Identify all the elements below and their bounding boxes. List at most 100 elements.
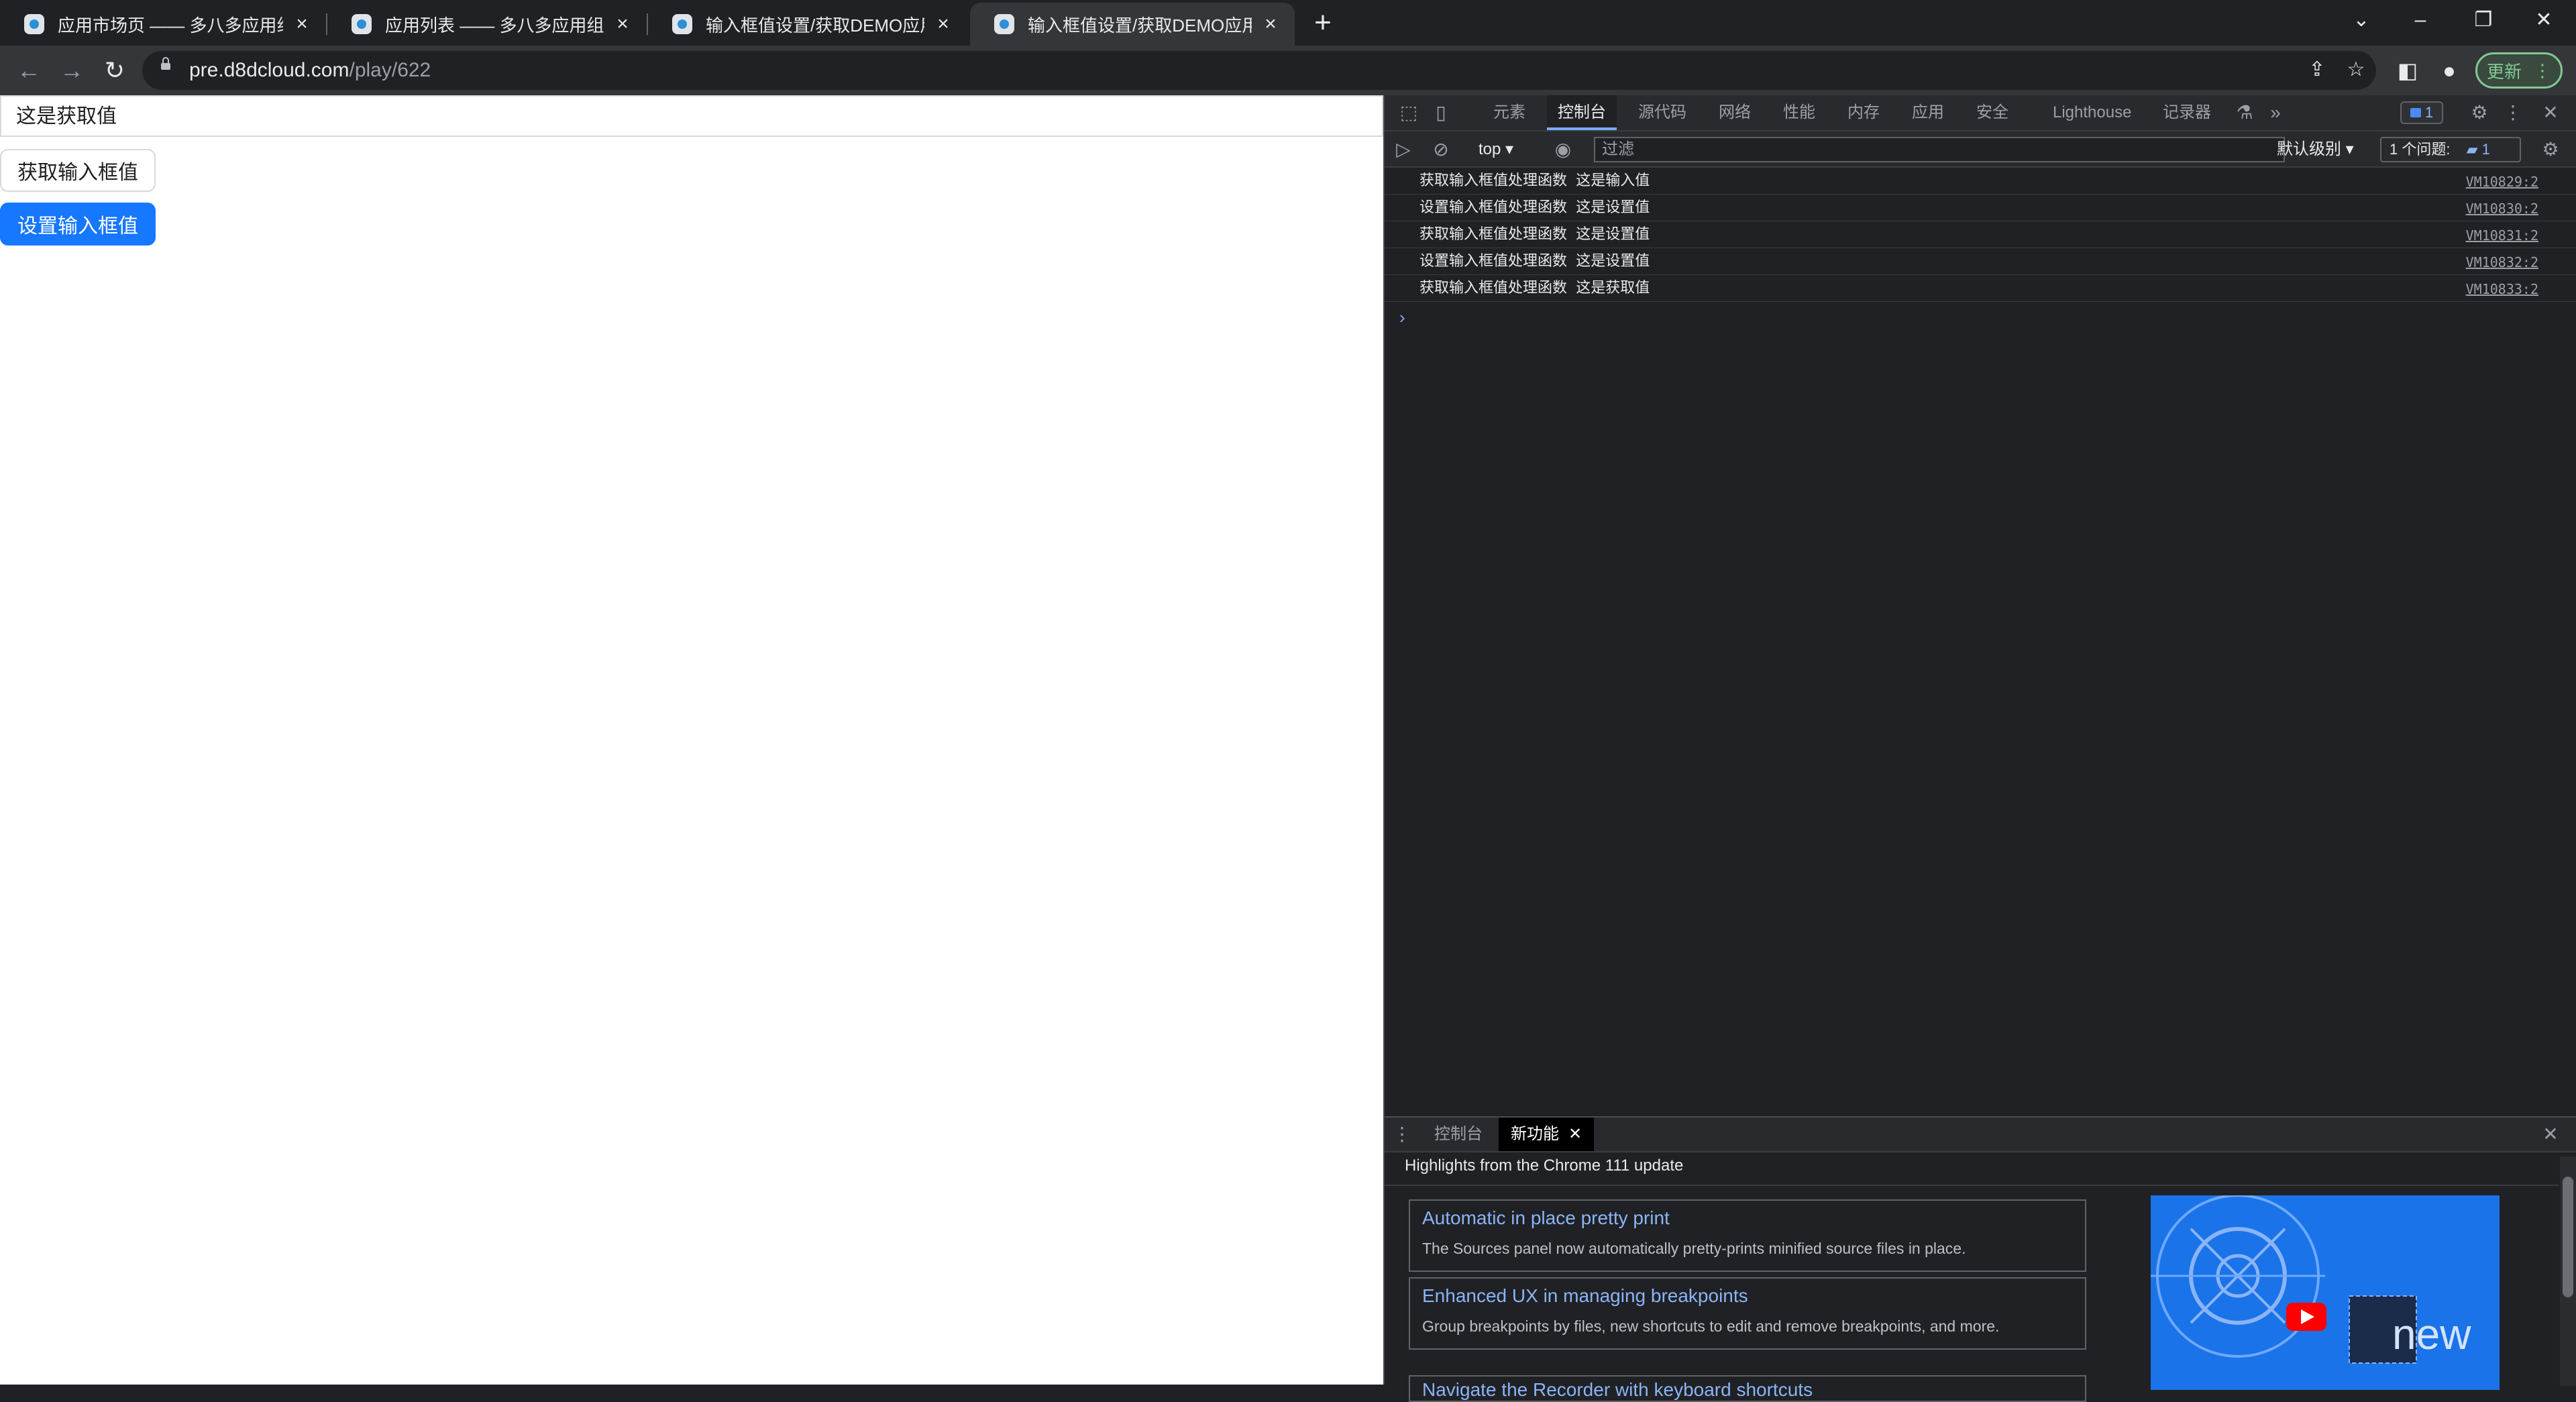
close-icon[interactable]: × <box>291 13 313 35</box>
devtools-drawer: ⋮ 控制台 新功能 ✕ ✕ Highlights from the Chrome … <box>1385 1116 2576 1402</box>
drawer-tabbar: ⋮ 控制台 新功能 ✕ ✕ <box>1385 1118 2576 1152</box>
log-text: 设置输入框值处理函数 这是设置值 <box>1419 199 1650 216</box>
value-input[interactable]: 这是获取值 <box>0 95 1383 137</box>
side-panel-icon[interactable]: ◧ <box>2392 55 2423 86</box>
update-button[interactable]: 更新 ⋮ <box>2475 52 2563 89</box>
drawer-menu-icon[interactable]: ⋮ <box>1390 1122 1414 1146</box>
whats-new-video-thumbnail[interactable]: new <box>2151 1195 2500 1390</box>
log-levels-dropdown[interactable]: 默认级别 ▾ <box>2277 138 2354 161</box>
close-drawer-icon[interactable]: ✕ <box>2538 1122 2563 1146</box>
tab-security[interactable]: 安全 <box>1976 95 2008 130</box>
tab-title: 输入框值设置/获取DEMO应用 — <box>706 15 924 36</box>
issues-button[interactable]: 1 个问题: ▰ 1 <box>2380 137 2521 162</box>
browser-toolbar: ← → ↻ pre.d8dcloud.com/play/622 ⇪ ☆ ◧ ● … <box>0 46 2576 95</box>
close-icon[interactable]: ✕ <box>1568 1125 1582 1143</box>
feature-card[interactable]: Enhanced UX in managing breakpoints Grou… <box>1409 1277 2086 1350</box>
menu-dots-icon: ⋮ <box>2534 60 2551 80</box>
tab-memory[interactable]: 内存 <box>1847 95 1880 130</box>
chrome-graphic-icon <box>2151 1195 2500 1390</box>
address-bar[interactable]: pre.d8dcloud.com/play/622 ⇪ ☆ <box>142 51 2376 90</box>
tab-search-chevron-icon[interactable]: ⌄ <box>2341 7 2381 34</box>
console-message: 获取输入框值处理函数 这是设置值 VM10831:2 <box>1385 221 2576 248</box>
restore-icon[interactable]: ❐ <box>2463 7 2504 34</box>
bookmark-star-icon[interactable]: ☆ <box>2343 56 2369 83</box>
console-message: 设置输入框值处理函数 这是设置值 VM10832:2 <box>1385 248 2576 275</box>
browser-tab[interactable]: 应用列表 —— 多八多应用组件库 × <box>327 3 647 46</box>
sidebar-toggle-icon[interactable]: ▷ <box>1391 138 1415 162</box>
settings-gear-icon[interactable]: ⚙ <box>2467 101 2491 125</box>
close-icon[interactable]: × <box>1260 13 1281 35</box>
feature-description: Group breakpoints by files, new shortcut… <box>1422 1317 2000 1335</box>
profile-icon[interactable]: ● <box>2434 55 2465 86</box>
log-source-link[interactable]: VM10831:2 <box>2466 227 2538 244</box>
web-page: 这是获取值 获取输入框值 设置输入框值 <box>0 95 1383 1385</box>
console-filter-input[interactable]: 过滤 <box>1594 137 2285 162</box>
tab-title: 应用市场页 —— 多八多应用组件 <box>58 15 283 36</box>
back-arrow-icon[interactable]: ← <box>12 54 46 87</box>
update-label: 更新 <box>2486 61 2522 82</box>
log-text: 设置输入框值处理函数 这是设置值 <box>1419 253 1650 270</box>
devtools-panel: ⬚ ▯ 元素 控制台 源代码 网络 性能 内存 应用 安全 Lighthouse… <box>1383 95 2576 1402</box>
set-value-button[interactable]: 设置输入框值 <box>0 203 156 246</box>
site-favicon-icon <box>672 14 692 34</box>
feature-title-link[interactable]: Enhanced UX in managing breakpoints <box>1422 1285 1748 1307</box>
console-settings-gear-icon[interactable]: ⚙ <box>2538 138 2563 162</box>
url-text[interactable]: pre.d8dcloud.com/play/622 <box>189 59 431 82</box>
feature-description: The Sources panel now automatically pret… <box>1422 1240 1966 1257</box>
browser-tab[interactable]: 应用市场页 —— 多八多应用组件 × <box>0 3 326 46</box>
live-expression-eye-icon[interactable]: ◉ <box>1551 138 1575 162</box>
close-icon[interactable]: × <box>612 13 633 35</box>
get-value-button[interactable]: 获取输入框值 <box>0 149 156 192</box>
feature-title-link[interactable]: Automatic in place pretty print <box>1422 1207 1670 1229</box>
log-source-link[interactable]: VM10833:2 <box>2466 280 2538 298</box>
log-text: 获取输入框值处理函数 这是设置值 <box>1419 226 1650 243</box>
device-toolbar-icon[interactable]: ▯ <box>1429 101 1453 125</box>
log-source-link[interactable]: VM10832:2 <box>2466 254 2538 271</box>
console-messages: 获取输入框值处理函数 这是输入值 VM10829:2 设置输入框值处理函数 这是… <box>1385 168 2576 302</box>
issues-flag-icon: ▰ <box>2466 141 2478 158</box>
log-text: 获取输入框值处理函数 这是获取值 <box>1419 280 1650 296</box>
more-options-icon[interactable]: ⋮ <box>2501 101 2525 125</box>
issues-count: 1 <box>2481 141 2490 158</box>
minimize-icon[interactable]: – <box>2400 7 2440 34</box>
lock-icon <box>161 57 170 70</box>
feature-title-link[interactable]: Navigate the Recorder with keyboard shor… <box>1422 1379 1813 1401</box>
feature-card[interactable]: Navigate the Recorder with keyboard shor… <box>1409 1375 2086 1402</box>
tab-console[interactable]: 控制台 <box>1547 95 1617 130</box>
drawer-tab-console[interactable]: 控制台 <box>1434 1118 1483 1151</box>
console-prompt-chevron-icon[interactable]: › <box>1399 307 1405 328</box>
scrollbar-thumb[interactable] <box>2563 1177 2573 1297</box>
flask-icon: ⚗ <box>2236 102 2253 123</box>
context-selector[interactable]: top ▾ <box>1479 138 1513 161</box>
window-close-icon[interactable]: ✕ <box>2524 7 2564 34</box>
close-devtools-icon[interactable]: ✕ <box>2538 101 2563 125</box>
log-source-link[interactable]: VM10829:2 <box>2466 173 2538 191</box>
log-text: 获取输入框值处理函数 这是输入值 <box>1419 172 1650 189</box>
divider <box>1385 1185 2559 1186</box>
messages-badge[interactable]: 1 <box>2400 101 2443 124</box>
log-source-link[interactable]: VM10830:2 <box>2466 200 2538 217</box>
more-tabs-chevron-icon[interactable]: » <box>2263 101 2288 125</box>
share-icon[interactable]: ⇪ <box>2304 56 2330 83</box>
tab-sources[interactable]: 源代码 <box>1638 95 1686 130</box>
browser-tab-active[interactable]: 输入框值设置/获取DEMO应用 × <box>970 3 1295 46</box>
drawer-scrollbar[interactable] <box>2560 1156 2576 1386</box>
tab-application[interactable]: 应用 <box>1912 95 1944 130</box>
tab-network[interactable]: 网络 <box>1719 95 1751 130</box>
new-tab-plus-icon[interactable]: + <box>1308 8 1338 39</box>
video-caption: new <box>2392 1310 2471 1358</box>
message-count: 1 <box>2424 104 2434 121</box>
reload-icon[interactable]: ↻ <box>98 54 131 87</box>
tab-lighthouse[interactable]: Lighthouse <box>2053 95 2131 130</box>
tab-elements[interactable]: 元素 <box>1493 95 1525 130</box>
clear-console-icon[interactable]: ⊘ <box>1429 138 1453 162</box>
tab-strip: 应用市场页 —— 多八多应用组件 × 应用列表 —— 多八多应用组件库 × 输入… <box>0 0 2576 46</box>
inspect-element-icon[interactable]: ⬚ <box>1397 101 1421 125</box>
close-icon[interactable]: × <box>932 13 954 35</box>
forward-arrow-icon[interactable]: → <box>55 54 89 87</box>
browser-tab[interactable]: 输入框值设置/获取DEMO应用 — × <box>648 3 967 46</box>
feature-card[interactable]: Automatic in place pretty print The Sour… <box>1409 1199 2086 1272</box>
tab-performance[interactable]: 性能 <box>1783 95 1815 130</box>
tab-recorder[interactable]: 记录器 <box>2163 95 2211 130</box>
drawer-tab-whats-new[interactable]: 新功能 ✕ <box>1499 1118 1595 1151</box>
